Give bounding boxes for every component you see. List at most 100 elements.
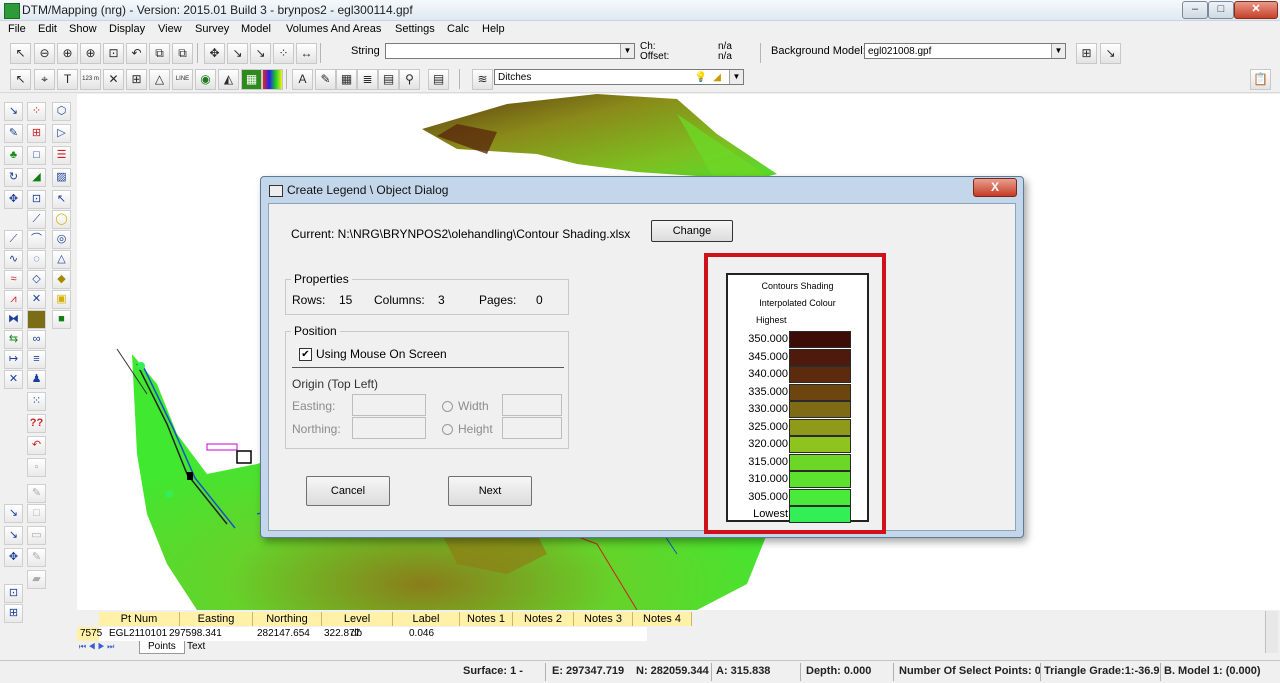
header-notes-2[interactable]: Notes 2 — [513, 612, 574, 626]
fill-icon[interactable]: ◉ — [195, 69, 216, 90]
query-icon[interactable]: ?? — [27, 414, 46, 433]
zoom-extents-icon[interactable]: ⊕ — [57, 43, 78, 64]
cursor-icon[interactable]: ↖ — [10, 69, 31, 90]
cell-label[interactable]: db — [351, 627, 362, 641]
undo-icon[interactable]: ↶ — [27, 436, 46, 455]
annotation-icon[interactable]: A — [292, 69, 313, 90]
next-button[interactable]: Next — [448, 476, 532, 506]
maximize-button[interactable]: □ — [1208, 1, 1234, 19]
tab-text[interactable]: Text — [187, 641, 205, 653]
properties-icon[interactable]: ▤ — [378, 69, 399, 90]
width-radio[interactable] — [442, 401, 453, 412]
header-notes-3[interactable]: Notes 3 — [574, 612, 633, 626]
colour-palette-icon[interactable] — [262, 69, 283, 90]
join-icon[interactable]: ⧓ — [4, 310, 23, 329]
zoom-window-icon[interactable]: ⊡ — [103, 43, 124, 64]
layer-settings-icon[interactable]: ≋ — [472, 69, 493, 90]
easting-field[interactable] — [352, 394, 426, 416]
load-model-icon[interactable]: ⊞ — [1076, 43, 1097, 64]
arc-icon[interactable]: ⌒ — [27, 230, 46, 249]
line-draw-icon[interactable]: ⟋ — [4, 230, 23, 249]
text-icon[interactable]: T — [57, 69, 78, 90]
move-text-icon[interactable]: ✥ — [4, 548, 23, 567]
curve-icon[interactable]: ∿ — [4, 250, 23, 269]
height-radio[interactable] — [442, 424, 453, 435]
chevron-down-icon[interactable]: ▼ — [1051, 44, 1065, 58]
edit-icon[interactable]: ✎ — [315, 69, 336, 90]
move-icon[interactable]: ✥ — [4, 190, 23, 209]
zoom-out-icon[interactable]: ⊖ — [34, 43, 55, 64]
chevron-down-icon[interactable]: ▼ — [620, 44, 634, 58]
measure-icon[interactable]: 123 m — [80, 69, 101, 90]
height-field[interactable] — [502, 417, 562, 439]
northing-field[interactable] — [352, 417, 426, 439]
wave-icon[interactable]: ≈ — [4, 270, 23, 289]
layer-select[interactable]: Ditches 💡 ◢ ▼ — [494, 69, 744, 85]
tangent-icon[interactable]: ◎ — [52, 230, 71, 249]
intersect-icon[interactable]: ✕ — [4, 370, 23, 389]
freeze-icon[interactable]: ◢ — [713, 70, 721, 86]
knife-icon[interactable]: ⟋ — [27, 210, 46, 229]
fill-shape-icon[interactable]: ◆ — [52, 270, 71, 289]
header-label[interactable]: Label — [393, 612, 460, 626]
chain-icon[interactable]: ∞ — [27, 330, 46, 349]
dimension-icon[interactable]: ↦ — [4, 350, 23, 369]
zigzag-icon[interactable]: ⩘ — [4, 290, 23, 309]
cell-pt-num[interactable]: EGL2110101 — [109, 627, 167, 641]
cross-tool-icon[interactable]: ✕ — [27, 290, 46, 309]
string-select[interactable]: ▼ — [385, 43, 635, 59]
disabled-pen-icon[interactable]: ✎ — [27, 484, 46, 503]
draw-point-icon[interactable]: ↘ — [4, 102, 23, 121]
pick-model-icon[interactable]: ↘ — [1100, 43, 1121, 64]
menu-help[interactable]: Help — [482, 23, 505, 35]
scatter-icon[interactable]: ⁙ — [27, 392, 46, 411]
tree-icon[interactable]: ♣ — [4, 146, 23, 165]
snap-icon[interactable]: ⁘ — [273, 43, 294, 64]
point-text-icon[interactable]: ↘ — [4, 504, 23, 523]
disabled-frame-icon[interactable]: ▭ — [27, 526, 46, 545]
disabled-erase-icon[interactable]: ▰ — [27, 570, 46, 589]
disabled-tool-icon[interactable]: ▫ — [27, 458, 46, 477]
cancel-button[interactable]: Cancel — [306, 476, 390, 506]
copy-view-icon[interactable]: ⧉ — [149, 43, 170, 64]
shape-icon[interactable]: ◇ — [27, 270, 46, 289]
menu-view[interactable]: View — [158, 23, 182, 35]
light-bulb-icon[interactable]: 💡 — [695, 70, 707, 86]
disabled-box-icon[interactable]: □ — [27, 504, 46, 523]
grid-scrollbar[interactable] — [1265, 611, 1278, 653]
pointer-icon[interactable]: ↖ — [52, 190, 71, 209]
background-model-select[interactable]: egl021008.gpf ▼ — [864, 43, 1066, 59]
hatch-icon[interactable]: ▨ — [52, 168, 71, 187]
survey-icon[interactable]: ⌖ — [34, 69, 55, 90]
header-easting[interactable]: Easting — [180, 612, 253, 626]
terrain-icon[interactable] — [27, 310, 46, 329]
move-points-icon[interactable]: ↔ — [296, 43, 317, 64]
dot-grid-icon[interactable]: ⁘ — [27, 102, 46, 121]
disabled-edit-icon[interactable]: ✎ — [27, 548, 46, 567]
layers-icon[interactable]: ≣ — [357, 69, 378, 90]
shade-icon[interactable]: ◭ — [218, 69, 239, 90]
header-notes-1[interactable]: Notes 1 — [460, 612, 513, 626]
triangle-icon[interactable]: △ — [149, 69, 170, 90]
minimize-button[interactable]: – — [1182, 1, 1208, 19]
triangle-outline-icon[interactable]: △ — [52, 250, 71, 269]
cell-notes-1[interactable]: 0.046 — [409, 627, 434, 641]
cell-easting[interactable]: 297598.341 — [169, 627, 222, 641]
select-arrow-icon[interactable]: ↖ — [10, 43, 31, 64]
spiral-icon[interactable]: ◌ — [27, 250, 46, 269]
people-icon[interactable]: ♟ — [27, 370, 46, 389]
square-icon[interactable]: □ — [27, 146, 46, 165]
insert-icon[interactable]: ⊡ — [27, 190, 46, 209]
grid-points-icon[interactable]: ⊞ — [27, 124, 46, 143]
pick-string-icon[interactable]: ↘ — [250, 43, 271, 64]
grid-icon[interactable]: ⊞ — [126, 69, 147, 90]
list-icon[interactable]: ▤ — [428, 69, 449, 90]
bars-icon[interactable]: ≡ — [27, 350, 46, 369]
dialog-close-button[interactable]: X — [973, 178, 1017, 197]
menu-show[interactable]: Show — [69, 23, 97, 35]
paste-view-icon[interactable]: ⧉ — [172, 43, 193, 64]
menu-model[interactable]: Model — [241, 23, 271, 35]
boundary-icon[interactable]: ⬡ — [52, 102, 71, 121]
menu-display[interactable]: Display — [109, 23, 145, 35]
pick-point-icon[interactable]: ↘ — [227, 43, 248, 64]
